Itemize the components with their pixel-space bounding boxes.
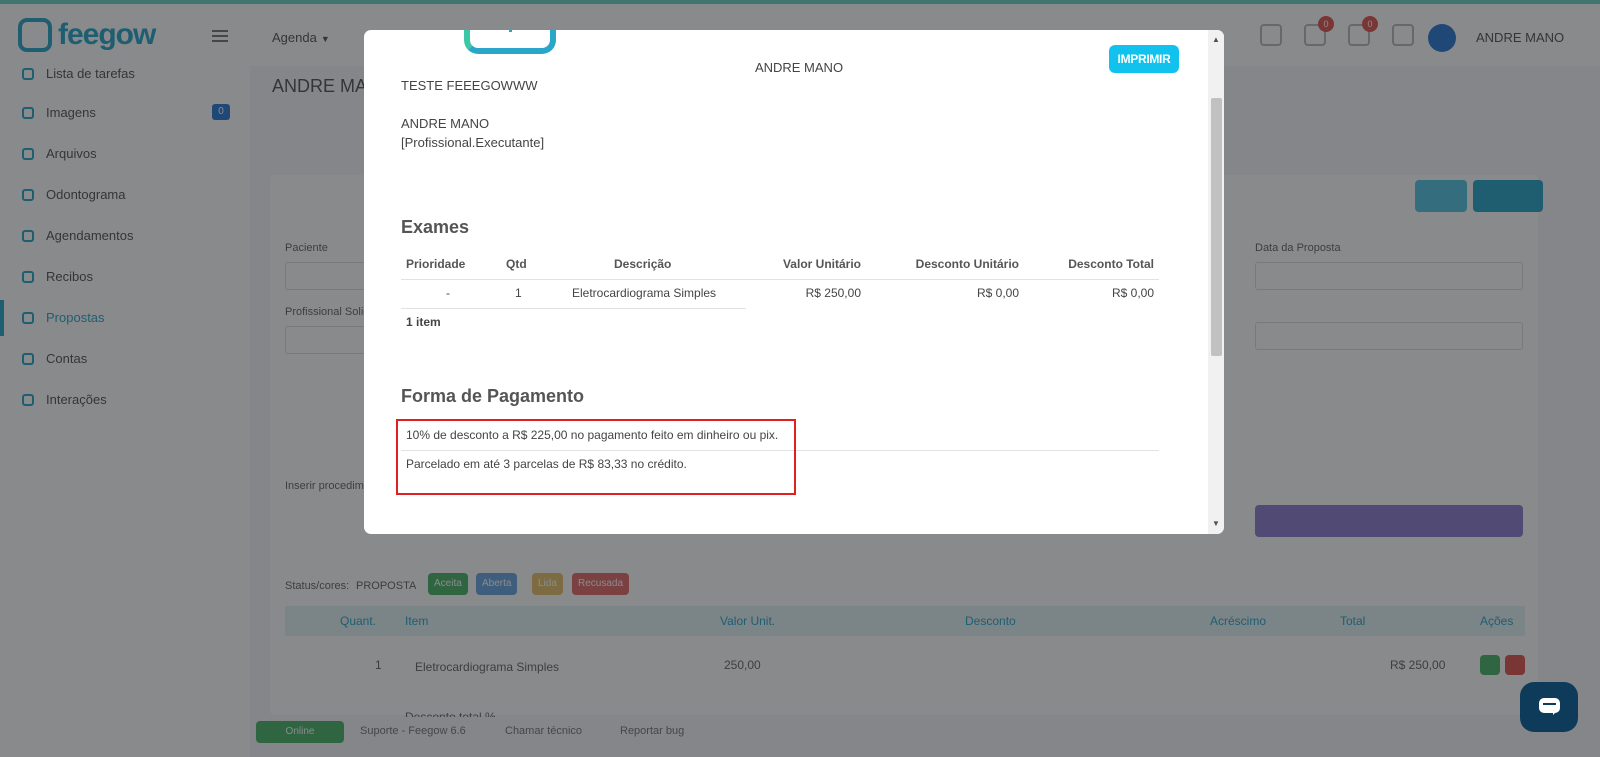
proposal-print-modal: TESTE FEEEGOWWW ANDRE MANO IMPRIMIR ANDR… — [364, 30, 1224, 534]
exams-col-prioridade: Prioridade — [406, 257, 466, 271]
payment-highlight-box — [396, 419, 796, 495]
exams-row-divider — [401, 308, 746, 309]
exams-items-count: 1 item — [406, 315, 441, 329]
exam-row-valor-unitario: R$ 250,00 — [805, 286, 861, 300]
scroll-thumb[interactable] — [1211, 98, 1222, 356]
print-button[interactable]: IMPRIMIR — [1109, 45, 1179, 73]
exam-row-qtd: 1 — [515, 286, 522, 300]
patient-header: ANDRE MANO — [754, 60, 844, 75]
company-name: TESTE FEEEGOWWW — [401, 78, 538, 93]
exams-col-descricao: Descrição — [614, 257, 672, 271]
modal-content: TESTE FEEEGOWWW ANDRE MANO IMPRIMIR ANDR… — [364, 30, 1208, 534]
modal-scrollbar[interactable]: ▲ ▼ — [1208, 30, 1224, 534]
professional-name: ANDRE MANO — [401, 116, 490, 131]
exam-row-desconto-total: R$ 0,00 — [1111, 286, 1154, 300]
exams-col-desconto-total: Desconto Total — [1068, 257, 1154, 271]
scroll-up-icon[interactable]: ▲ — [1208, 32, 1224, 48]
chat-bubble-icon — [1539, 698, 1560, 715]
exam-row-descricao: Eletrocardiograma Simples — [572, 286, 717, 300]
exams-title: Exames — [401, 217, 470, 237]
professional-placeholder: [Profissional.Executante] — [401, 135, 545, 150]
payment-title: Forma de Pagamento — [401, 386, 585, 406]
exam-row-prioridade: - — [446, 286, 450, 300]
exams-col-qtd: Qtd — [506, 257, 527, 271]
scroll-down-icon[interactable]: ▼ — [1208, 516, 1224, 532]
exams-col-valor-unitario: Valor Unitário — [782, 257, 861, 271]
exams-header-divider — [401, 279, 1159, 280]
exam-row-desconto-unitario: R$ 0,00 — [976, 286, 1019, 300]
exams-col-desconto-unitario: Desconto Unitário — [915, 257, 1019, 271]
chat-widget-button[interactable] — [1520, 682, 1578, 732]
document-logo-icon — [464, 30, 556, 54]
